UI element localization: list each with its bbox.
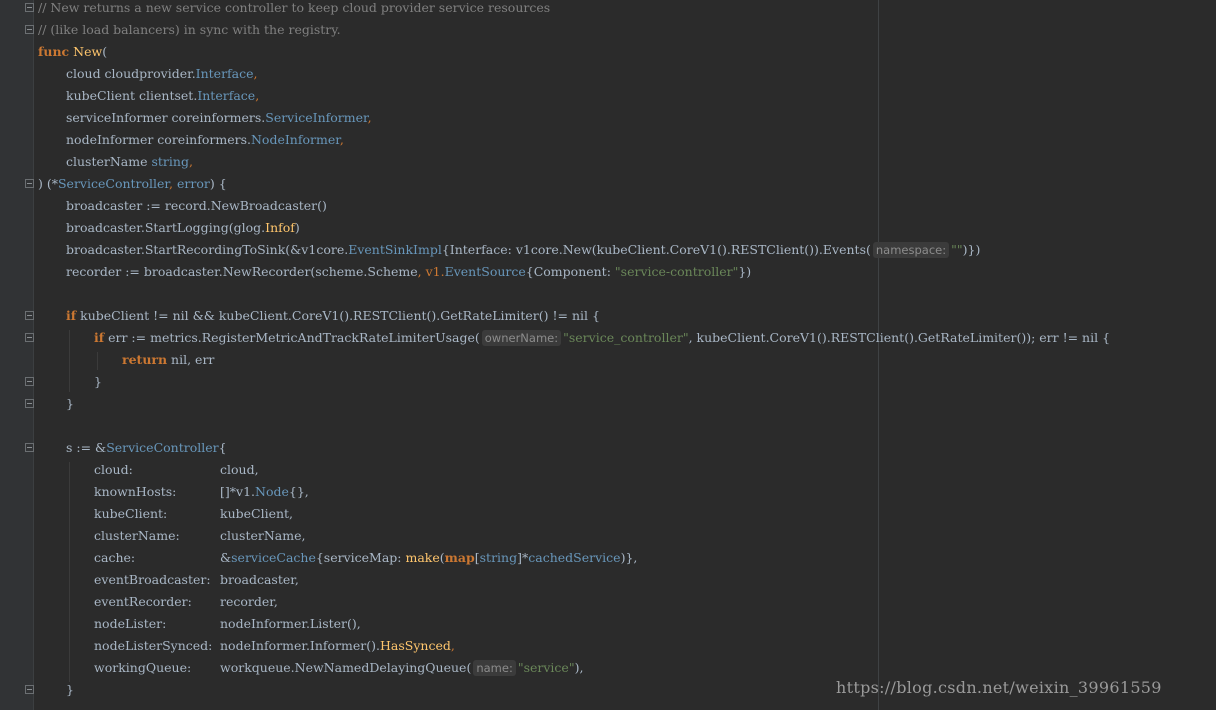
- comment-line: // New returns a new service controller …: [38, 0, 551, 15]
- indent-guide: [97, 352, 98, 370]
- code-line: broadcaster.StartRecordingToSink(&v1core…: [66, 242, 981, 258]
- return-signature-line: ) (*ServiceController, error) {: [38, 176, 227, 191]
- code-line: if err := metrics.RegisterMetricAndTrack…: [94, 330, 1111, 346]
- struct-field-value: nodeInformer.Lister(),: [220, 616, 361, 631]
- code-line: broadcaster := record.NewBroadcaster(): [66, 198, 327, 213]
- struct-field-key: nodeListerSynced:: [94, 638, 213, 653]
- func-signature-line: func New(: [38, 44, 108, 59]
- struct-field-key: clusterName:: [94, 528, 180, 543]
- code-line: }: [66, 682, 74, 697]
- struct-field-value: recorder,: [220, 594, 278, 609]
- fold-toggle-icon[interactable]: [25, 3, 34, 12]
- param-line: nodeInformer coreinformers.NodeInformer,: [66, 132, 344, 147]
- comment-line: // (like load balancers) in sync with th…: [38, 22, 341, 37]
- struct-field-value: &serviceCache{serviceMap: make(map[strin…: [220, 550, 638, 565]
- code-line: if kubeClient != nil && kubeClient.CoreV…: [66, 308, 600, 323]
- param-line: cloud cloudprovider.Interface,: [66, 66, 258, 81]
- fold-toggle-icon[interactable]: [25, 25, 34, 34]
- struct-field-key: knownHosts:: [94, 484, 177, 499]
- param-hint: namespace:: [872, 242, 950, 258]
- struct-field-value: clusterName,: [220, 528, 306, 543]
- param-line: kubeClient clientset.Interface,: [66, 88, 260, 103]
- struct-field-key: eventBroadcaster:: [94, 572, 211, 587]
- fold-toggle-icon[interactable]: [25, 333, 34, 342]
- fold-toggle-icon[interactable]: [25, 399, 34, 408]
- struct-field-value: []*v1.Node{},: [220, 484, 309, 499]
- struct-field-key: workingQueue:: [94, 660, 192, 675]
- code-line: s := &ServiceController{: [66, 440, 227, 455]
- indent-guide: [69, 330, 70, 392]
- struct-field-key: kubeClient:: [94, 506, 168, 521]
- watermark-url: https://blog.csdn.net/weixin_39961559: [836, 678, 1162, 697]
- code-line: return nil, err: [122, 352, 215, 367]
- indent-guide: [69, 462, 70, 682]
- struct-field-value: kubeClient,: [220, 506, 294, 521]
- struct-field-key: cache:: [94, 550, 136, 565]
- code-line: broadcaster.StartLogging(glog.Infof): [66, 220, 300, 235]
- struct-field-value: workqueue.NewNamedDelayingQueue(name: "se…: [220, 660, 584, 676]
- param-line: serviceInformer coreinformers.ServiceInf…: [66, 110, 372, 125]
- fold-toggle-icon[interactable]: [25, 377, 34, 386]
- code-line: recorder := broadcaster.NewRecorder(sche…: [66, 264, 752, 279]
- param-hint: name:: [473, 660, 516, 676]
- fold-toggle-icon[interactable]: [25, 685, 34, 694]
- fold-toggle-icon[interactable]: [25, 311, 34, 320]
- struct-field-value: cloud,: [220, 462, 259, 477]
- code-line: }: [66, 396, 74, 411]
- struct-field-key: eventRecorder:: [94, 594, 192, 609]
- fold-toggle-icon[interactable]: [25, 443, 34, 452]
- param-hint: ownerName:: [481, 330, 562, 346]
- param-line: clusterName string,: [66, 154, 193, 169]
- code-editor[interactable]: // New returns a new service controller …: [0, 0, 1216, 710]
- struct-field-value: broadcaster,: [220, 572, 299, 587]
- fold-toggle-icon[interactable]: [25, 179, 34, 188]
- code-line: }: [94, 374, 102, 389]
- struct-field-key: cloud:: [94, 462, 133, 477]
- struct-field-value: nodeInformer.Informer().HasSynced,: [220, 638, 455, 653]
- struct-field-key: nodeLister:: [94, 616, 167, 631]
